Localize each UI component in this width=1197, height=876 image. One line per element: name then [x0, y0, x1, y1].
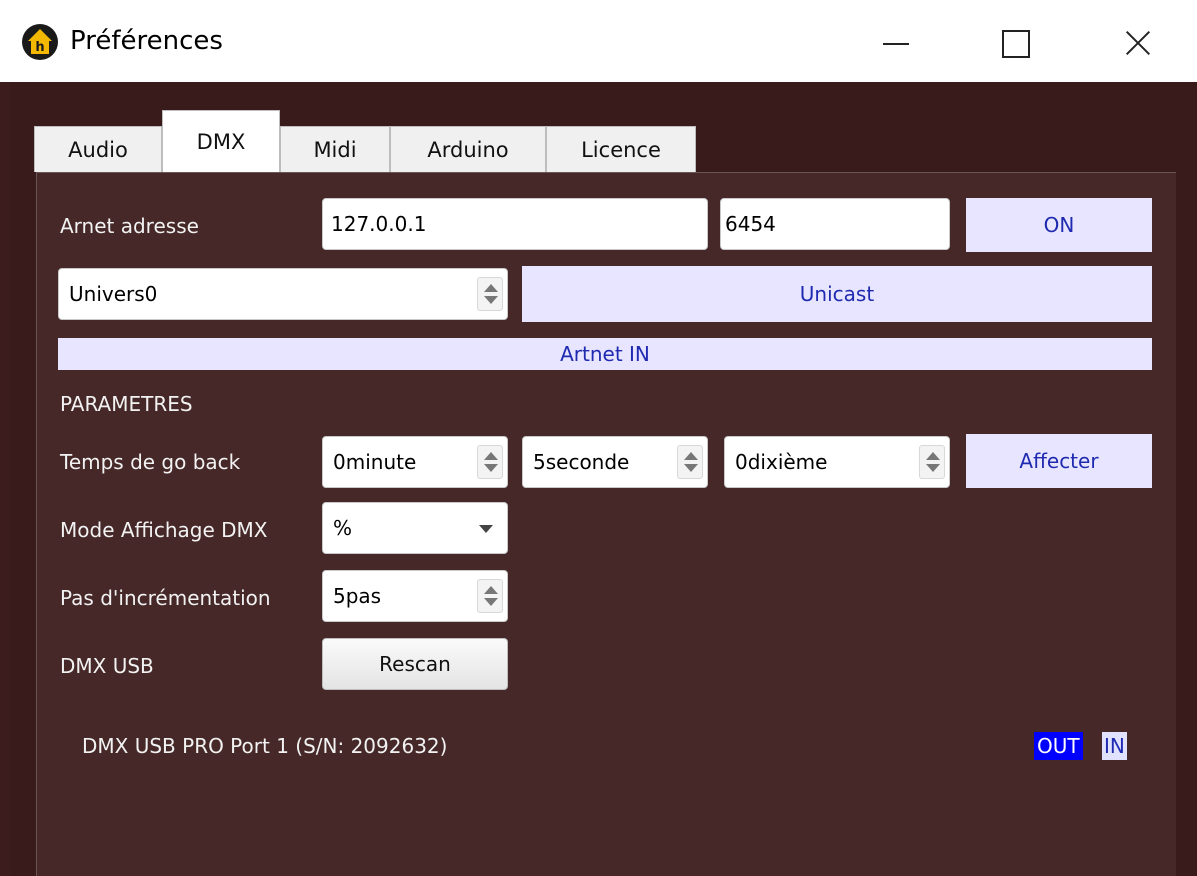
tab-licence[interactable]: Licence — [546, 126, 696, 172]
device-in-toggle[interactable]: IN — [1102, 732, 1127, 760]
dmx-usb-label: DMX USB — [60, 654, 154, 678]
app-logo-icon: h — [22, 24, 58, 60]
artnet-port-input[interactable]: 6454 — [720, 198, 950, 250]
go-back-label: Temps de go back — [60, 450, 241, 474]
artnet-address-input[interactable]: 127.0.0.1 — [322, 198, 708, 250]
rescan-button[interactable]: Rescan — [322, 638, 508, 690]
seconds-value: 5seconde — [533, 450, 630, 474]
spin-arrows-icon[interactable] — [477, 277, 503, 311]
tab-audio[interactable]: Audio — [34, 126, 162, 172]
go-back-minutes-spinbox[interactable]: 0minute — [322, 436, 508, 488]
device-out-toggle[interactable]: OUT — [1034, 732, 1083, 760]
increment-label: Pas d'incrémentation — [60, 586, 271, 610]
window-title: Préférences — [70, 26, 223, 56]
artnet-address-label: Arnet adresse — [60, 214, 199, 238]
display-mode-label: Mode Affichage DMX — [60, 518, 268, 542]
increment-value: 5pas — [333, 584, 382, 608]
universe-spinbox[interactable]: Univers0 — [58, 268, 508, 320]
display-mode-select[interactable]: % — [322, 502, 508, 554]
go-back-seconds-spinbox[interactable]: 5seconde — [522, 436, 708, 488]
artnet-on-button[interactable]: ON — [966, 198, 1152, 252]
affecter-button[interactable]: Affecter — [966, 434, 1152, 488]
title-bar: h Préférences — [0, 0, 1197, 82]
universe-value: Univers0 — [69, 282, 158, 306]
spin-arrows-icon[interactable] — [477, 445, 503, 479]
minimize-icon[interactable] — [866, 18, 926, 68]
go-back-tenths-spinbox[interactable]: 0dixième — [724, 436, 950, 488]
spin-arrows-icon[interactable] — [677, 445, 703, 479]
svg-text:h: h — [35, 40, 44, 55]
tab-arduino[interactable]: Arduino — [390, 126, 546, 172]
spin-arrows-icon[interactable] — [477, 579, 503, 613]
dmx-device-name: DMX USB PRO Port 1 (S/N: 2092632) — [82, 734, 448, 758]
tab-dmx[interactable]: DMX — [162, 110, 280, 172]
increment-spinbox[interactable]: 5pas — [322, 570, 508, 622]
close-icon[interactable] — [1108, 18, 1168, 68]
maximize-icon[interactable] — [984, 18, 1044, 68]
artnet-in-button[interactable]: Artnet IN — [58, 338, 1152, 370]
chevron-down-icon[interactable] — [479, 525, 493, 533]
display-mode-value: % — [333, 516, 353, 540]
parametres-heading: PARAMETRES — [60, 392, 193, 416]
tab-midi[interactable]: Midi — [280, 126, 390, 172]
tenths-value: 0dixième — [735, 450, 828, 474]
unicast-button[interactable]: Unicast — [522, 266, 1152, 322]
minutes-value: 0minute — [333, 450, 417, 474]
spin-arrows-icon[interactable] — [919, 445, 945, 479]
